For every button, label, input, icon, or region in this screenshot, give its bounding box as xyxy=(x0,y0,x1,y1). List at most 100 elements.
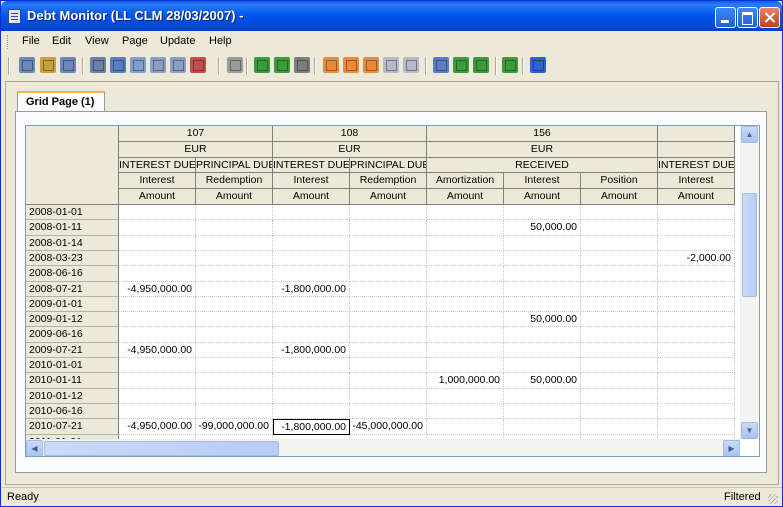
data-cell[interactable] xyxy=(658,236,735,251)
data-cell[interactable] xyxy=(504,266,581,282)
delete-icon[interactable] xyxy=(190,57,206,73)
data-cell[interactable]: -4,950,000.00 xyxy=(119,282,196,297)
data-cell[interactable] xyxy=(350,205,427,220)
horizontal-scroll-thumb[interactable] xyxy=(44,441,279,456)
row-date-header[interactable]: 2008-06-16 xyxy=(26,266,119,282)
data-cell[interactable] xyxy=(196,205,273,220)
data-cell[interactable] xyxy=(427,312,504,327)
row-date-header[interactable]: 2009-01-01 xyxy=(26,297,119,312)
data-cell[interactable] xyxy=(350,236,427,251)
chart-icon[interactable] xyxy=(130,57,146,73)
bar-chart-icon[interactable] xyxy=(110,57,126,73)
data-cell[interactable] xyxy=(350,297,427,312)
data-cell[interactable] xyxy=(427,251,504,266)
data-cell[interactable] xyxy=(427,282,504,297)
data-cell[interactable] xyxy=(427,220,504,236)
data-cell[interactable] xyxy=(273,297,350,312)
data-cell[interactable]: 50,000.00 xyxy=(504,312,581,327)
data-cell[interactable] xyxy=(427,419,504,435)
data-cell[interactable] xyxy=(504,282,581,297)
data-cell[interactable] xyxy=(427,297,504,312)
data-cell[interactable] xyxy=(119,205,196,220)
data-cell[interactable] xyxy=(119,312,196,327)
data-cell[interactable] xyxy=(581,343,658,358)
data-cell[interactable] xyxy=(504,205,581,220)
data-cell[interactable] xyxy=(196,404,273,419)
data-cell[interactable]: 1,000,000.00 xyxy=(427,373,504,389)
row-date-header[interactable]: 2010-01-11 xyxy=(26,373,119,389)
data-cell[interactable] xyxy=(350,327,427,343)
data-cell[interactable] xyxy=(196,251,273,266)
find-icon[interactable] xyxy=(294,57,310,73)
data-cell[interactable] xyxy=(427,389,504,404)
minimize-button[interactable] xyxy=(715,7,736,28)
help-topic-icon[interactable] xyxy=(403,57,419,73)
data-cell[interactable] xyxy=(658,297,735,312)
data-cell[interactable] xyxy=(350,358,427,373)
data-cell[interactable] xyxy=(196,343,273,358)
data-cell[interactable] xyxy=(273,236,350,251)
data-cell[interactable] xyxy=(350,389,427,404)
data-cell[interactable] xyxy=(196,297,273,312)
columns-icon[interactable] xyxy=(433,57,449,73)
grid-icon[interactable] xyxy=(90,57,106,73)
data-cell[interactable] xyxy=(581,389,658,404)
data-cell[interactable] xyxy=(119,358,196,373)
data-cell[interactable] xyxy=(581,358,658,373)
data-cell[interactable] xyxy=(581,266,658,282)
data-cell[interactable] xyxy=(273,266,350,282)
data-cell[interactable] xyxy=(196,358,273,373)
data-cell[interactable] xyxy=(427,404,504,419)
data-cell[interactable]: 50,000.00 xyxy=(504,373,581,389)
scroll-up-button[interactable]: ▲ xyxy=(741,126,758,143)
data-cell[interactable] xyxy=(350,220,427,236)
data-cell[interactable] xyxy=(119,236,196,251)
table-icon[interactable] xyxy=(323,57,339,73)
row-date-header[interactable]: 2010-01-12 xyxy=(26,389,119,404)
data-cell[interactable] xyxy=(427,343,504,358)
data-cell[interactable] xyxy=(427,327,504,343)
vertical-scrollbar[interactable]: ▲ ▼ xyxy=(740,126,759,439)
data-cell[interactable] xyxy=(196,236,273,251)
data-cell[interactable] xyxy=(119,327,196,343)
data-cell[interactable] xyxy=(273,358,350,373)
data-cell[interactable] xyxy=(273,404,350,419)
data-cell[interactable] xyxy=(119,251,196,266)
zoom-out-icon[interactable] xyxy=(274,57,290,73)
data-cell[interactable] xyxy=(119,404,196,419)
data-cell[interactable] xyxy=(427,236,504,251)
row-date-header[interactable]: 2008-07-21 xyxy=(26,282,119,297)
data-cell[interactable] xyxy=(658,404,735,419)
data-cell[interactable] xyxy=(581,297,658,312)
data-cell[interactable] xyxy=(504,297,581,312)
print-icon[interactable] xyxy=(227,57,243,73)
data-cell[interactable] xyxy=(273,205,350,220)
data-cell[interactable] xyxy=(504,327,581,343)
data-cell[interactable]: -99,000,000.00 xyxy=(196,419,273,435)
data-cell[interactable] xyxy=(658,220,735,236)
new-page-icon[interactable] xyxy=(19,57,35,73)
data-cell[interactable] xyxy=(581,282,658,297)
data-cell[interactable]: -2,000.00 xyxy=(658,251,735,266)
data-cell[interactable] xyxy=(504,389,581,404)
scroll-down-button[interactable]: ▼ xyxy=(741,422,758,439)
data-cell[interactable] xyxy=(504,236,581,251)
data-cell[interactable] xyxy=(273,373,350,389)
selected-cell[interactable]: -1,800,000.00 xyxy=(273,419,350,435)
data-cell[interactable] xyxy=(119,266,196,282)
maximize-button[interactable] xyxy=(737,7,758,28)
data-cell[interactable]: -45,000,000.00 xyxy=(350,419,427,435)
data-cell[interactable] xyxy=(581,373,658,389)
data-cell[interactable] xyxy=(273,251,350,266)
data-cell[interactable] xyxy=(196,389,273,404)
data-cell[interactable] xyxy=(273,312,350,327)
data-cell[interactable] xyxy=(581,312,658,327)
data-cell[interactable] xyxy=(581,251,658,266)
row-date-header[interactable]: 2010-06-16 xyxy=(26,404,119,419)
data-cell[interactable] xyxy=(504,251,581,266)
data-cell[interactable] xyxy=(350,266,427,282)
data-cell[interactable] xyxy=(273,327,350,343)
data-cell[interactable] xyxy=(196,327,273,343)
data-cell[interactable] xyxy=(350,282,427,297)
data-cell[interactable] xyxy=(196,373,273,389)
